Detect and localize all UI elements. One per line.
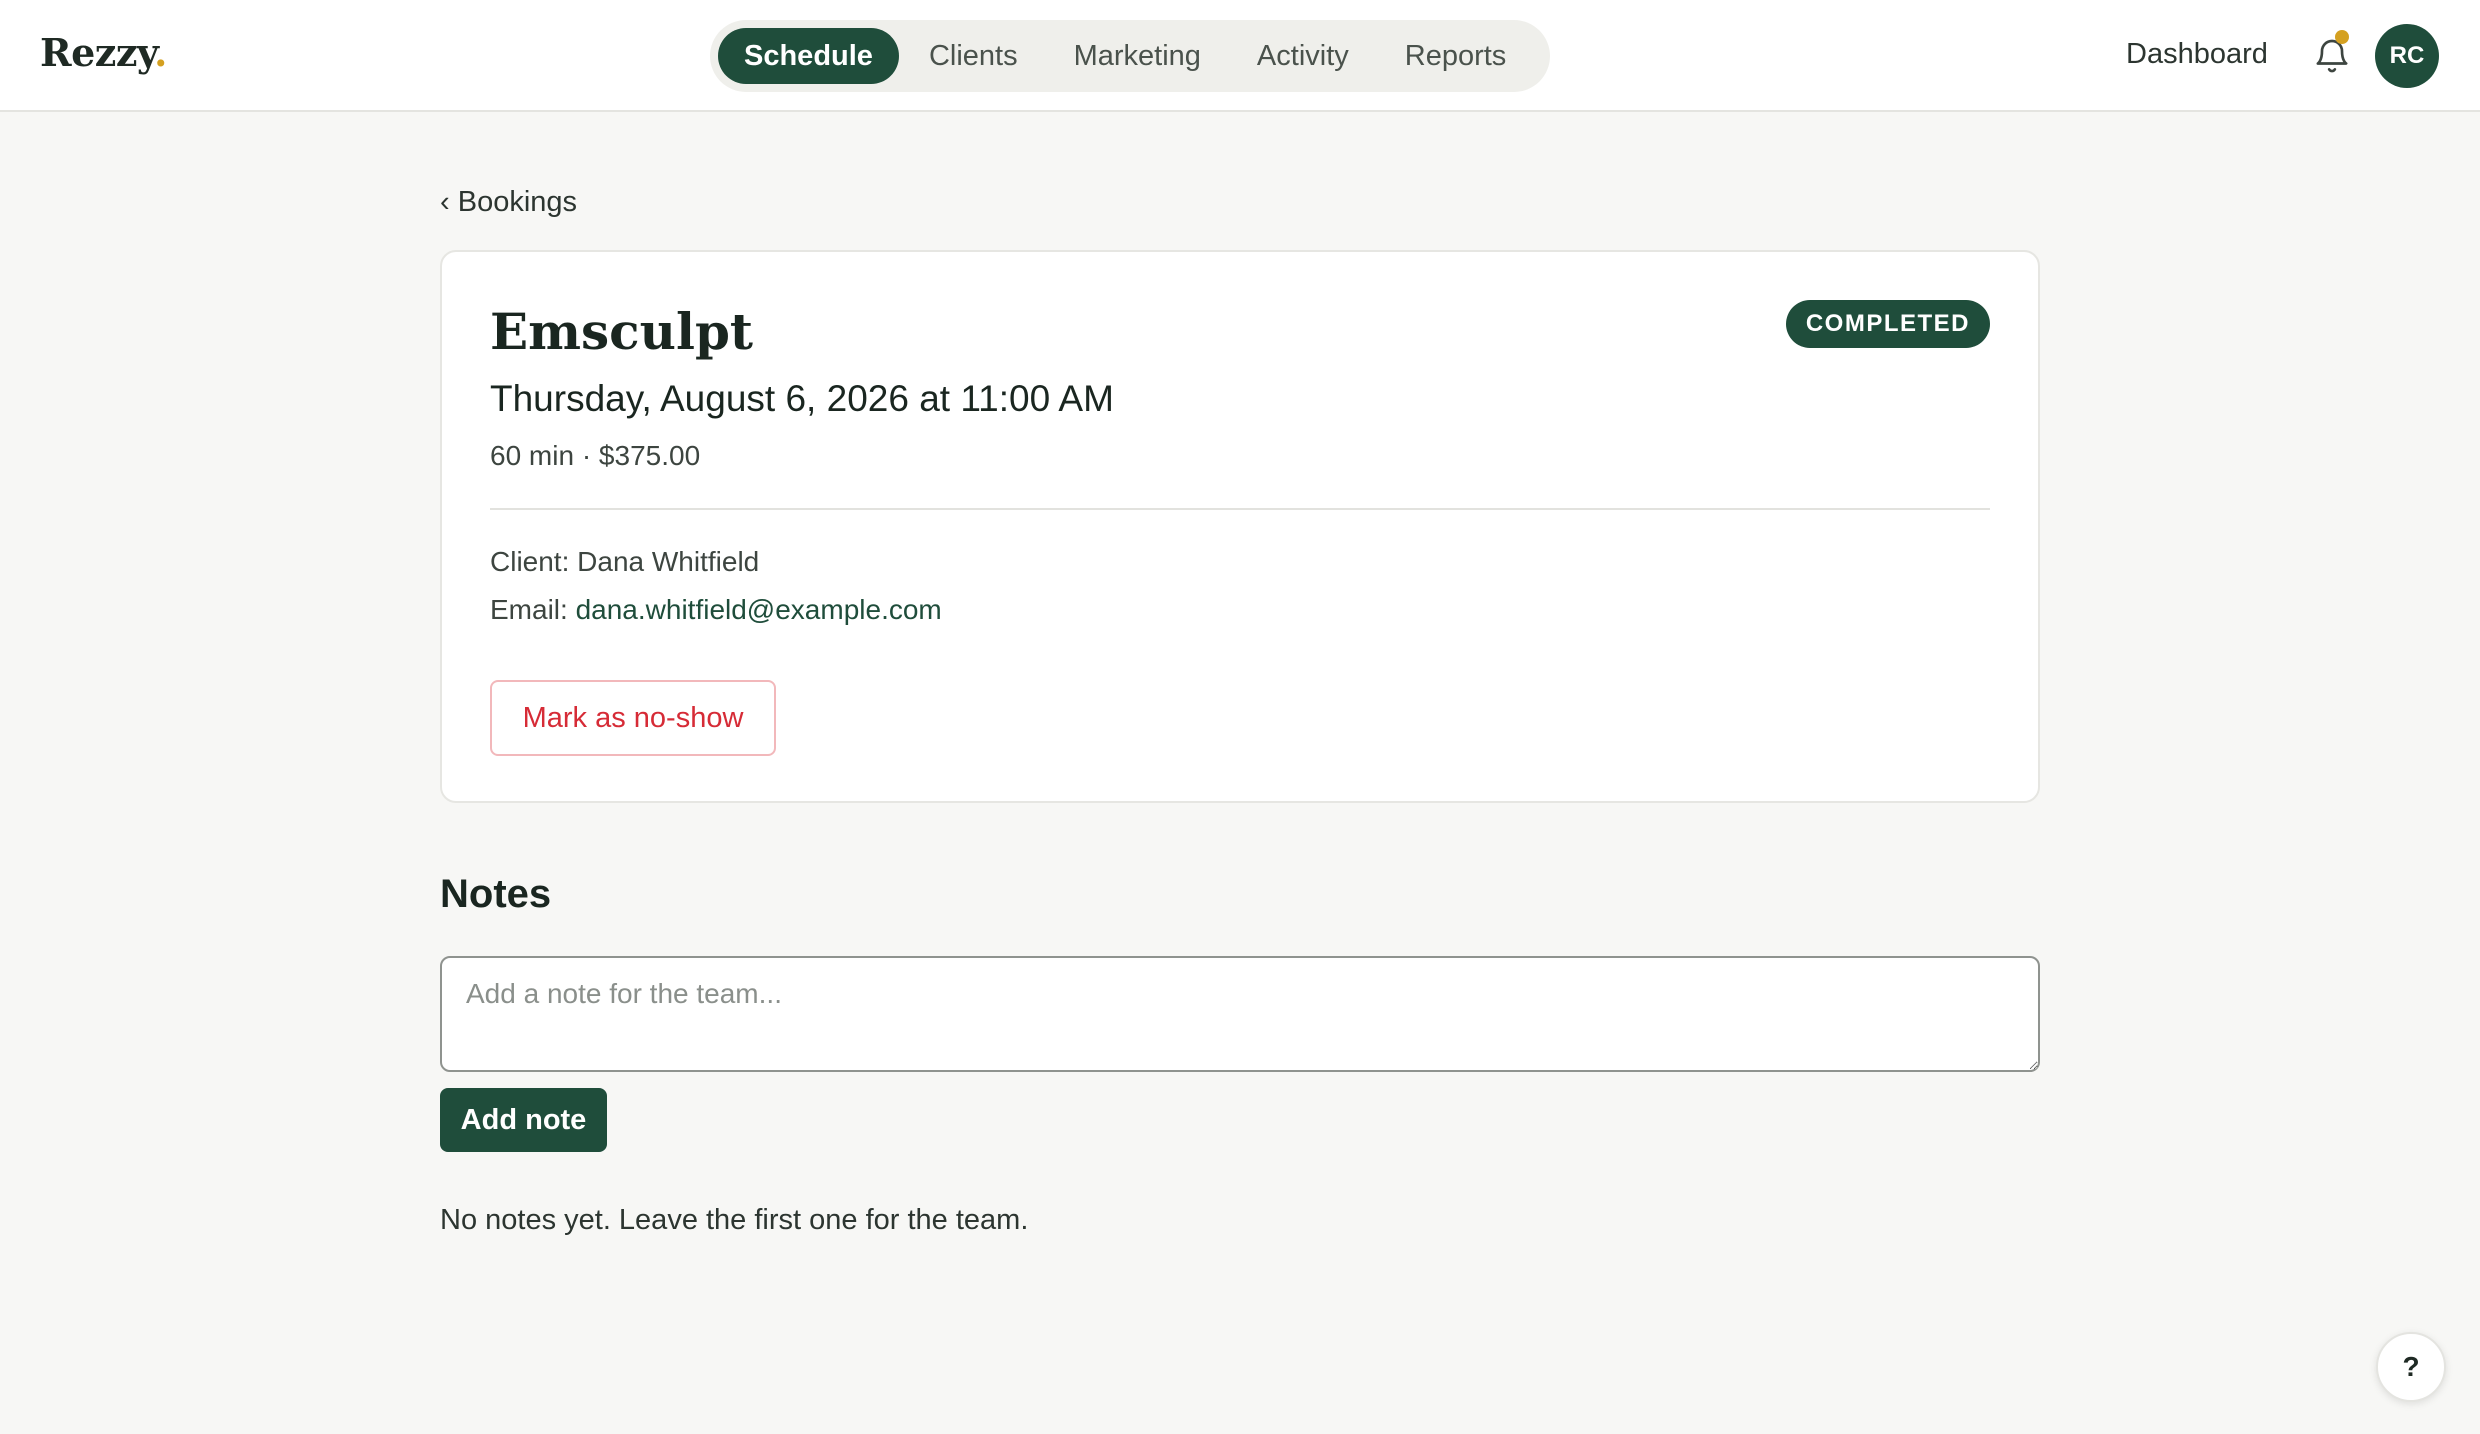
tab-reports[interactable]: Reports: [1379, 28, 1533, 84]
main-nav: Schedule Clients Marketing Activity Repo…: [710, 20, 1550, 92]
breadcrumb-label: Bookings: [457, 186, 578, 218]
help-button[interactable]: ?: [2376, 1332, 2446, 1402]
booking-card: Emsculpt COMPLETED Thursday, August 6, 2…: [440, 250, 2040, 803]
status-badge: COMPLETED: [1785, 300, 1990, 348]
tab-clients[interactable]: Clients: [903, 28, 1044, 84]
booking-datetime: Thursday, August 6, 2026 at 11:00 AM: [490, 378, 1114, 419]
email-label: Email:: [490, 594, 568, 625]
tab-activity[interactable]: Activity: [1231, 28, 1375, 84]
logo-dot: .: [154, 30, 167, 75]
tab-schedule[interactable]: Schedule: [718, 28, 899, 84]
chevron-left-icon: ‹: [440, 186, 450, 218]
note-input[interactable]: [440, 956, 2040, 1072]
client-label: Client:: [490, 546, 570, 577]
add-note-button[interactable]: Add note: [440, 1088, 607, 1152]
notification-dot: [2335, 30, 2349, 44]
client-name: Dana Whitfield: [577, 546, 760, 577]
client-line: Client: Dana Whitfield: [490, 546, 759, 578]
service-title: Emsculpt: [490, 302, 754, 361]
rezzy-logo[interactable]: Rezzy.: [40, 30, 167, 75]
top-bar: Rezzy. Schedule Clients Marketing Activi…: [0, 0, 2480, 112]
email-line: Email: dana.whitfield@example.com: [490, 594, 942, 626]
notes-heading: Notes: [440, 872, 552, 916]
booking-meta: 60 min · $375.00: [490, 440, 701, 471]
email-link[interactable]: dana.whitfield@example.com: [576, 594, 942, 625]
divider: [490, 508, 1990, 510]
logo-text: Rezzy: [40, 30, 155, 75]
empty-notes-message: No notes yet. Leave the first one for th…: [440, 1204, 1029, 1236]
tab-marketing[interactable]: Marketing: [1048, 28, 1227, 84]
breadcrumb-bookings[interactable]: ‹ Bookings: [440, 186, 577, 219]
dashboard-link[interactable]: Dashboard: [2126, 38, 2268, 71]
avatar[interactable]: RC: [2375, 24, 2439, 88]
mark-no-show-button[interactable]: Mark as no-show: [490, 680, 776, 756]
